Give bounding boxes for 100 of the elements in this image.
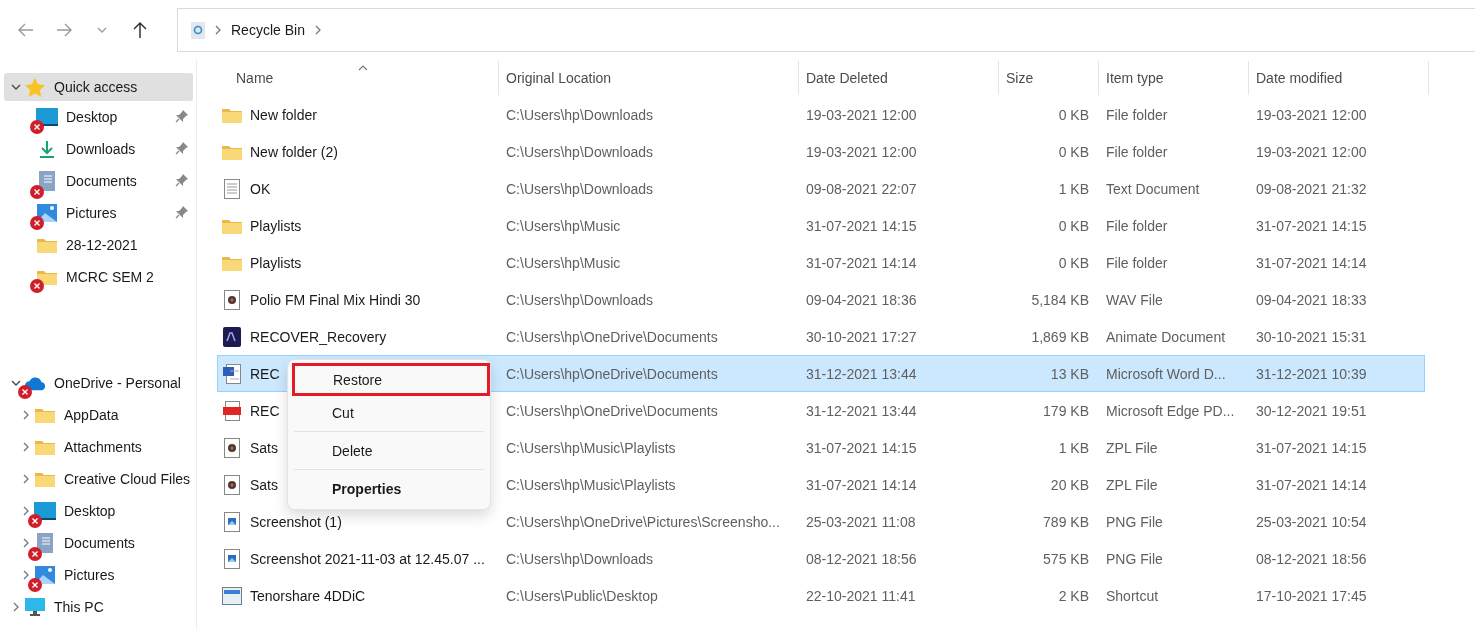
- folder-icon: [35, 407, 55, 423]
- file-size: 0 KB: [1057, 254, 1090, 271]
- date-deleted: 09-08-2021 22:07: [805, 180, 918, 197]
- column-header[interactable]: Date modified: [1249, 61, 1429, 95]
- date-deleted: 08-12-2021 18:56: [805, 550, 918, 567]
- chevron-down-icon[interactable]: [11, 84, 21, 90]
- navigation-item[interactable]: Attachments: [4, 431, 193, 463]
- download-icon: [38, 140, 56, 158]
- file-size: 2 KB: [1057, 587, 1090, 604]
- pin-icon[interactable]: [175, 140, 189, 155]
- sort-ascending-icon: [357, 65, 368, 71]
- file-size: 1,869 KB: [1030, 328, 1090, 345]
- original-location: C:\Users\hp\Music\Playlists: [505, 439, 677, 456]
- navigation-label: Quick access: [54, 79, 138, 95]
- column-header[interactable]: Original Location: [499, 61, 799, 95]
- menu-item[interactable]: Cut: [291, 396, 487, 429]
- date-deleted: 09-04-2021 18:36: [805, 291, 918, 308]
- original-location: C:\Users\hp\OneDrive\Documents: [505, 365, 719, 382]
- word-file-icon: [223, 363, 241, 384]
- date-modified: 17-10-2021 17:45: [1255, 587, 1368, 604]
- navigation-label: OneDrive - Personal: [54, 375, 181, 391]
- desktop-icon: [36, 108, 58, 126]
- file-size: 0 KB: [1057, 143, 1090, 160]
- breadcrumb-separator-icon[interactable]: [314, 25, 321, 35]
- folder-icon: [222, 143, 242, 160]
- item-type: File folder: [1105, 143, 1169, 160]
- chevron-right-icon[interactable]: [23, 570, 29, 580]
- file-size: 179 KB: [1042, 402, 1090, 419]
- column-header[interactable]: Size: [999, 61, 1099, 95]
- navigation-item[interactable]: Downloads: [4, 133, 193, 165]
- file-size: 0 KB: [1057, 217, 1090, 234]
- item-type: Microsoft Word D...: [1105, 365, 1227, 382]
- chevron-right-icon[interactable]: [23, 410, 29, 420]
- breadcrumb-separator-icon[interactable]: [215, 25, 221, 35]
- item-type: ZPL File: [1105, 476, 1159, 493]
- file-name: New folder (2): [250, 143, 338, 160]
- chevron-down-icon[interactable]: [11, 380, 21, 386]
- date-modified: 25-03-2021 10:54: [1255, 513, 1368, 530]
- menu-item[interactable]: Delete: [291, 434, 487, 467]
- navigation-item[interactable]: 28-12-2021: [4, 229, 193, 261]
- chevron-right-icon[interactable]: [23, 506, 29, 516]
- original-location: C:\Users\hp\Downloads: [505, 180, 655, 197]
- navigation-label: Documents: [66, 173, 137, 189]
- file-name: Screenshot (1): [250, 513, 342, 530]
- item-type: Text Document: [1105, 180, 1201, 197]
- navigation-label: Creative Cloud Files: [64, 471, 191, 487]
- date-modified: 31-07-2021 14:15: [1255, 217, 1368, 234]
- address-bar[interactable]: Recycle Bin: [177, 8, 1475, 52]
- navigation-label: Pictures: [64, 567, 115, 583]
- original-location: C:\Users\hp\Downloads: [505, 106, 655, 123]
- column-header[interactable]: Name: [217, 61, 499, 95]
- navigation-item[interactable]: Creative Cloud Files: [4, 463, 193, 495]
- original-location: C:\Users\Public\Desktop: [505, 587, 659, 604]
- original-location: C:\Users\hp\Downloads: [505, 143, 655, 160]
- navigation-item[interactable]: Quick access: [4, 73, 193, 101]
- chevron-right-icon[interactable]: [23, 474, 29, 484]
- recycle-bin-icon: [191, 21, 205, 39]
- breadcrumb[interactable]: Recycle Bin: [231, 22, 305, 38]
- navigation-item[interactable]: This PC: [4, 591, 193, 623]
- folder-icon: [35, 439, 55, 455]
- date-modified: 31-12-2021 10:39: [1255, 365, 1368, 382]
- pin-icon[interactable]: [175, 172, 189, 187]
- chevron-right-icon[interactable]: [23, 538, 29, 548]
- item-type: PNG File: [1105, 550, 1164, 567]
- menu-item[interactable]: Properties: [291, 472, 487, 505]
- navigation-label: AppData: [64, 407, 119, 423]
- folder-icon: [222, 217, 242, 234]
- item-type: File folder: [1105, 254, 1169, 271]
- menu-item[interactable]: Restore: [292, 363, 490, 396]
- navigation-item[interactable]: Desktop: [4, 495, 193, 527]
- animate-file-icon: [223, 326, 241, 347]
- file-name: OK: [250, 180, 271, 197]
- star-icon: [25, 77, 45, 97]
- navigation-label: 28-12-2021: [66, 237, 138, 253]
- navigation-item[interactable]: Documents: [4, 165, 193, 197]
- column-header[interactable]: Item type: [1099, 61, 1249, 95]
- navigation-item[interactable]: AppData: [4, 399, 193, 431]
- navigation-item[interactable]: MCRC SEM 2: [4, 261, 193, 293]
- file-size: 789 KB: [1042, 513, 1090, 530]
- audio-file-icon: [224, 474, 240, 495]
- original-location: C:\Users\hp\Downloads: [505, 550, 655, 567]
- navigation-item[interactable]: Documents: [4, 527, 193, 559]
- column-header[interactable]: Date Deleted: [799, 61, 999, 95]
- item-type: ZPL File: [1105, 439, 1159, 456]
- file-name: New folder: [250, 106, 317, 123]
- date-modified: 19-03-2021 12:00: [1255, 106, 1368, 123]
- chevron-right-icon[interactable]: [23, 442, 29, 452]
- navigation-item[interactable]: Pictures: [4, 197, 193, 229]
- navigation-item[interactable]: Desktop: [4, 101, 193, 133]
- date-deleted: 30-10-2021 17:27: [805, 328, 918, 345]
- pin-icon[interactable]: [175, 204, 189, 219]
- pin-icon[interactable]: [175, 108, 189, 123]
- navigation-label: Desktop: [64, 503, 116, 519]
- item-type: Shortcut: [1105, 587, 1160, 604]
- date-modified: 09-08-2021 21:32: [1255, 180, 1368, 197]
- navigation-item[interactable]: Pictures: [4, 559, 193, 591]
- chevron-right-icon[interactable]: [13, 602, 19, 612]
- item-type: File folder: [1105, 217, 1169, 234]
- navigation-item[interactable]: OneDrive - Personal: [4, 367, 193, 399]
- item-type: File folder: [1105, 106, 1169, 123]
